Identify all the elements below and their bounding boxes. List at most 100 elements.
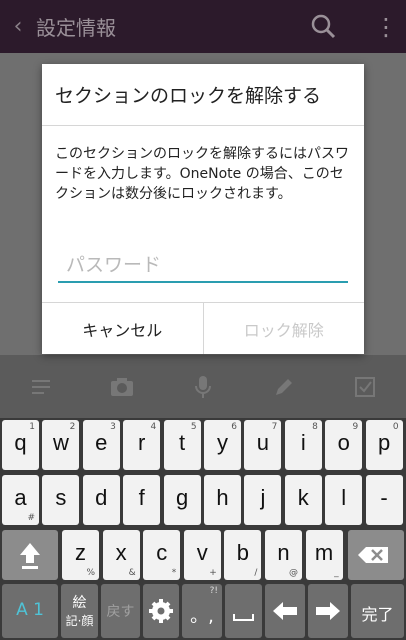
list-icon[interactable] [21,367,61,407]
key-j[interactable]: j [244,475,282,525]
key-secondary-label: # [27,513,35,523]
key-secondary-label: / [254,568,258,578]
key-label: a [14,485,27,510]
cursor-right-key[interactable] [308,584,348,638]
key-o[interactable]: 9o [325,420,363,470]
unlock-button[interactable]: ロック解除 [204,303,365,354]
pen-icon[interactable] [264,367,304,407]
input-mode-key[interactable]: A 1 [2,584,58,638]
key-label: v [196,540,208,565]
done-key-label: 完了 [361,605,394,624]
key-t[interactable]: 5t [163,420,201,470]
key-n[interactable]: @ n [265,530,302,580]
page-title: 設定情報 [36,16,116,40]
key-label: p [377,430,391,455]
key-label: s [55,485,67,510]
key-label: l [341,485,347,510]
key-secondary-label: _ [334,568,339,578]
key-l[interactable]: l [325,475,363,525]
key-label: n [277,540,290,565]
key-k[interactable]: k [284,475,322,525]
key-label: o [337,430,350,455]
arrow-left-icon [273,602,297,620]
key-label: j [260,485,266,510]
note-toolbar [0,355,406,418]
more-options-icon[interactable]: ⋮ [366,15,406,39]
key-label: u [256,430,270,455]
key-d[interactable]: d [82,475,120,525]
app-bar: ‹ 設定情報 ⋮ [0,0,406,53]
settings-key[interactable] [143,584,179,638]
dialog-message: このセクションのロックを解除するにはパスワードを入力します。OneNote の場… [55,146,349,202]
key-label: c [156,540,168,565]
backspace-key[interactable] [348,530,404,580]
key-u[interactable]: 7u [244,420,282,470]
undo-key[interactable]: 戻す [101,584,140,638]
dialog-title: セクションのロックを解除する [42,64,364,126]
key-g[interactable]: g [163,475,201,525]
key-secondary-label: & [128,568,136,578]
key-label: g [175,485,189,510]
key-label: d [95,485,108,510]
shift-key[interactable] [2,530,58,580]
key-label: r [138,430,146,455]
key-h[interactable]: h [204,475,241,525]
checkbox-icon[interactable] [345,367,385,407]
input-mode-label: A 1 [16,600,44,620]
key-q[interactable]: 1q [2,420,39,470]
key-z[interactable]: % z [62,530,99,580]
software-keyboard: A 1 絵 記·顔 戻す ?! 。, 完了 1q2w3e4r5t6y7u8i9o… [0,418,406,640]
cancel-button[interactable]: キャンセル [42,303,204,354]
key-i[interactable]: 8i [284,420,322,470]
key-m[interactable]: _ m [305,530,343,580]
key-label: - [380,485,388,510]
emoji-key-label-2: 記·顔 [65,614,94,628]
key-x[interactable]: & x [102,530,140,580]
done-key[interactable]: 完了 [351,584,404,638]
key-label: f [138,485,145,510]
key-secondary-label: + [209,568,217,578]
key-label: b [236,540,250,565]
password-input[interactable]: パスワード [58,251,348,283]
camera-icon[interactable] [102,367,142,407]
key-label: e [95,430,108,455]
key-secondary-label: % [86,568,95,578]
space-key[interactable] [225,584,262,638]
key-label: h [216,485,229,510]
key-label: q [14,430,27,455]
arrow-right-icon [316,602,340,620]
key-label: z [75,540,86,565]
search-icon[interactable] [304,7,344,47]
key-label: w [52,430,69,455]
key-s[interactable]: s [42,475,80,525]
punctuation-main-label: 。, [190,606,214,627]
emoji-symbol-key[interactable]: 絵 記·顔 [61,584,98,638]
key-a[interactable]: # a [2,475,39,525]
key-label: x [115,540,127,565]
key-hyphen[interactable]: - [365,475,403,525]
cursor-left-key[interactable] [265,584,305,638]
key-label: i [300,430,306,455]
gear-icon [149,599,173,623]
microphone-icon[interactable] [183,367,223,407]
key-r[interactable]: 4r [123,420,161,470]
key-c[interactable]: * c [143,530,181,580]
key-b[interactable]: / b [224,530,262,580]
punctuation-sub-label: ?! [209,586,218,596]
key-label: y [217,430,228,455]
key-v[interactable]: + v [183,530,221,580]
undo-key-label: 戻す [106,604,135,620]
key-y[interactable]: 6y [204,420,241,470]
key-w[interactable]: 2w [42,420,80,470]
key-secondary-label: @ [289,568,298,578]
back-icon[interactable]: ‹ [0,14,36,39]
key-secondary-label: * [171,568,177,578]
dialog-button-row: キャンセル ロック解除 [42,302,364,354]
key-p[interactable]: 0p [365,420,403,470]
punctuation-key[interactable]: ?! 。, [182,584,222,638]
key-label: m [314,540,334,565]
unlock-section-dialog: セクションのロックを解除する このセクションのロックを解除するにはパスワードを入… [42,64,364,354]
key-f[interactable]: f [123,475,161,525]
key-e[interactable]: 3e [82,420,120,470]
key-label: t [179,430,186,455]
